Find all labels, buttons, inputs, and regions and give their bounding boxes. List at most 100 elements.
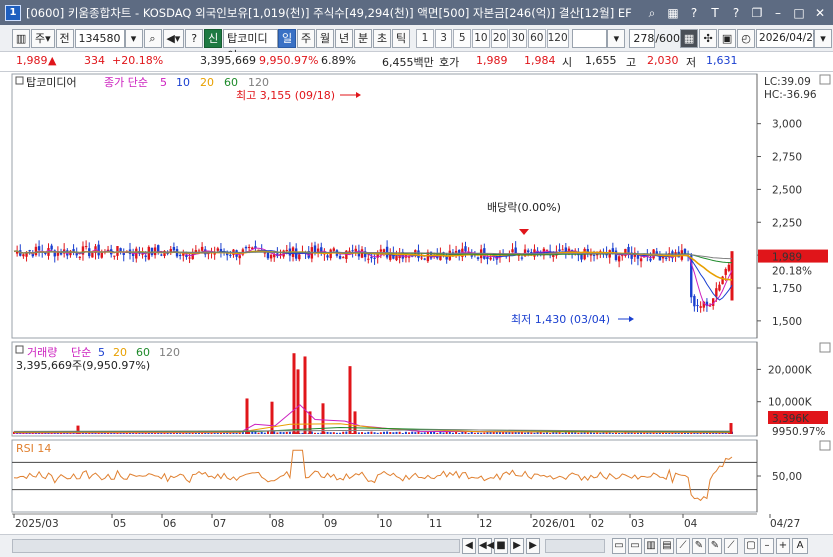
period-tick[interactable]: 틱 (392, 28, 410, 48)
chart-scrollbar[interactable] (12, 539, 460, 553)
interval-3[interactable]: 3 (434, 28, 453, 48)
panel-frame (11, 439, 758, 513)
volume-bar (414, 432, 417, 434)
maximize-icon[interactable]: □ (791, 5, 807, 21)
legend-ma-120: 120 (248, 76, 269, 89)
candle-body (269, 254, 273, 259)
high-price: 2,030 (647, 54, 679, 67)
candle-body (407, 256, 411, 258)
candle-body (614, 250, 618, 260)
candle-body (351, 250, 354, 252)
period-year[interactable]: 년 (335, 28, 353, 48)
interval-120[interactable]: 120 (546, 28, 569, 48)
grid-view-icon[interactable]: ▦ (680, 28, 699, 48)
view-2-icon[interactable]: ▭ (628, 538, 642, 554)
current-price: 1,989 (16, 54, 48, 67)
volume-bar (577, 432, 580, 434)
interval-30[interactable]: 30 (509, 28, 527, 48)
pin-icon[interactable]: ? (728, 5, 744, 21)
interval-60[interactable]: 60 (527, 28, 546, 48)
search-icon[interactable]: ⌕ (644, 5, 660, 21)
volume-bar (241, 432, 244, 434)
copy-icon[interactable]: ❐ (749, 5, 765, 21)
window-icon[interactable]: ▢ (744, 538, 758, 554)
text-icon[interactable]: T (707, 5, 723, 21)
forward-icon[interactable]: ▶ (510, 538, 524, 554)
stock-name-field: 탑코미디어 (223, 28, 278, 62)
volume-legend-ma-label: 단순 (71, 346, 91, 359)
draw-2-icon[interactable]: ✎ (692, 538, 706, 554)
zoom-in-icon[interactable]: + (776, 538, 790, 554)
grid-icon[interactable]: ▦ (665, 5, 681, 21)
timer-icon[interactable]: ◴ (737, 28, 756, 48)
scroll-left-icon[interactable]: ◀ (462, 538, 476, 554)
stop-icon[interactable]: ■ (494, 538, 508, 554)
interval-custom-input[interactable] (571, 28, 608, 48)
volume-bar (599, 432, 602, 434)
interval-10[interactable]: 10 (472, 28, 490, 48)
view-1-icon[interactable]: ▭ (612, 538, 626, 554)
candle-body (664, 257, 668, 259)
price-change: 334 (84, 54, 105, 67)
volume-bar (586, 432, 589, 434)
draw-1-icon[interactable]: ⟋ (676, 538, 690, 554)
candle-body (693, 295, 696, 307)
volume-bar (502, 432, 505, 434)
x-tick-label: 09 (324, 518, 337, 530)
candle-body (326, 255, 329, 258)
date-input[interactable]: 2026/04/27 (756, 28, 820, 48)
volume-bar (370, 431, 373, 434)
volume-spike (321, 403, 325, 434)
volume-bar (282, 432, 285, 434)
minimize-icon[interactable]: – (770, 5, 786, 21)
period-week[interactable]: 주 (297, 28, 315, 48)
zoom-out-icon[interactable]: – (760, 538, 774, 554)
interval-20[interactable]: 20 (490, 28, 509, 48)
volume-bar (401, 433, 404, 434)
candle-body (113, 255, 116, 257)
candle-body (78, 256, 82, 258)
period-minute[interactable]: 분 (354, 28, 372, 48)
font-size-icon[interactable]: A (792, 538, 808, 554)
crosshair-icon[interactable]: ✣ (699, 28, 718, 48)
draw-3-icon[interactable]: ✎ (708, 538, 722, 554)
count-input[interactable]: 278 (629, 28, 656, 48)
high-label: 고 (626, 56, 637, 69)
save-icon[interactable]: ▣ (718, 28, 737, 48)
date-picker-icon[interactable]: ▾ (814, 28, 833, 48)
volume-bar (442, 432, 445, 434)
search-code-icon[interactable]: ⌕ (143, 28, 162, 48)
price-tick-label: 1,750 (772, 283, 802, 295)
volume-bar (426, 431, 429, 434)
volume-bar (263, 432, 266, 434)
legend-ma-20: 20 (200, 76, 214, 89)
rewind-icon[interactable]: ◀◀ (478, 538, 494, 554)
volume-tick-label: 20,000K (768, 364, 813, 376)
view-4-icon[interactable]: ▤ (660, 538, 674, 554)
interval-dropdown-icon[interactable]: ▾ (607, 28, 626, 48)
info-icon[interactable]: ? (185, 28, 204, 48)
help-icon[interactable]: ? (686, 5, 702, 21)
volume-bar (185, 432, 188, 434)
legend-stock-name: 탑코미디어 (26, 76, 77, 89)
period-second[interactable]: 초 (373, 28, 391, 48)
interval-5[interactable]: 5 (453, 28, 472, 48)
interval-1[interactable]: 1 (416, 28, 434, 48)
code-dropdown-icon[interactable]: ▾ (124, 28, 143, 48)
chart-area[interactable]: 1,5001,7502,0002,2502,5002,7503,000탑코미디어… (0, 72, 833, 534)
panel-frame (11, 73, 758, 339)
sound-icon[interactable]: ◀▾ (162, 28, 185, 48)
code-input[interactable]: 134580 (74, 28, 125, 48)
mode-button[interactable]: 전 (55, 28, 74, 48)
period-select[interactable]: 주▾ (31, 28, 55, 48)
draw-4-icon[interactable]: ⟋ (724, 538, 738, 554)
scroll-right-icon[interactable]: ▶ (526, 538, 540, 554)
period-month[interactable]: 월 (316, 28, 334, 48)
chart-type-icon[interactable]: ▥ (12, 28, 31, 48)
volume-bar (204, 432, 207, 434)
view-3-icon[interactable]: ▥ (644, 538, 658, 554)
period-day[interactable]: 일 (278, 28, 296, 48)
price-tick-label: 2,250 (772, 217, 802, 229)
close-icon[interactable]: ✕ (812, 5, 828, 21)
zoom-slider[interactable] (545, 539, 605, 553)
